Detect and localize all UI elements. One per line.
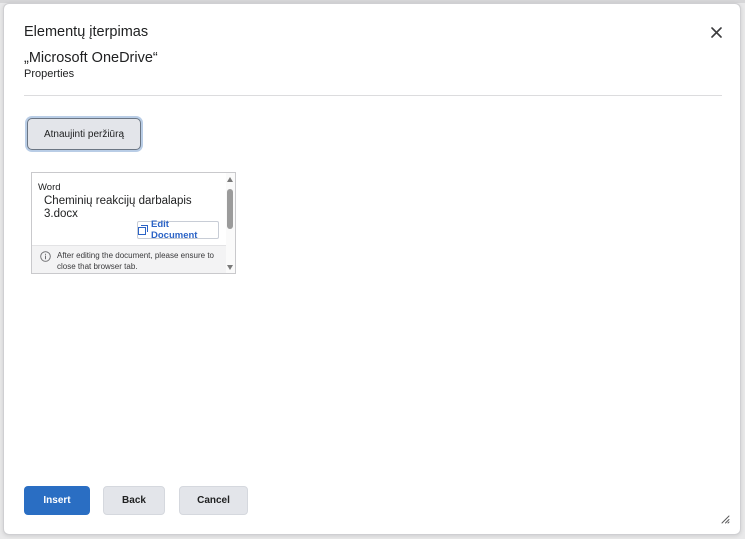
info-icon <box>40 251 51 262</box>
close-icon <box>710 26 722 38</box>
insert-stuff-dialog: Elementų įterpimas „Microsoft OneDrive“ … <box>3 3 741 535</box>
edit-notice-text: After editing the document, please ensur… <box>57 251 214 271</box>
source-title: „Microsoft OneDrive“ <box>24 50 158 66</box>
refresh-preview-button[interactable]: Atnaujinti peržiūrą <box>27 118 141 150</box>
back-button[interactable]: Back <box>103 486 165 515</box>
document-name: Cheminių reakcijų darbalapis 3.docx <box>44 195 192 220</box>
edit-document-button[interactable]: Edit Document <box>137 219 219 241</box>
external-edit-icon <box>138 225 148 235</box>
scroll-down-arrow-icon[interactable] <box>227 265 233 270</box>
document-preview: Word Cheminių reakcijų darbalapis 3.docx… <box>31 172 236 274</box>
preview-scrollbar[interactable] <box>226 173 235 273</box>
header-divider <box>24 95 722 96</box>
close-button[interactable] <box>706 22 726 42</box>
edit-document-label: Edit Document <box>151 219 198 241</box>
resize-handle-icon[interactable] <box>720 514 730 524</box>
app-type-label: Word <box>38 182 61 193</box>
edit-notice: After editing the document, please ensur… <box>32 245 228 273</box>
properties-label: Properties <box>24 68 75 80</box>
cancel-button[interactable]: Cancel <box>179 486 248 515</box>
insert-button[interactable]: Insert <box>24 486 90 515</box>
scroll-up-arrow-icon[interactable] <box>227 177 233 182</box>
scroll-thumb[interactable] <box>227 189 233 229</box>
dialog-title: Elementų įterpimas <box>24 24 149 40</box>
